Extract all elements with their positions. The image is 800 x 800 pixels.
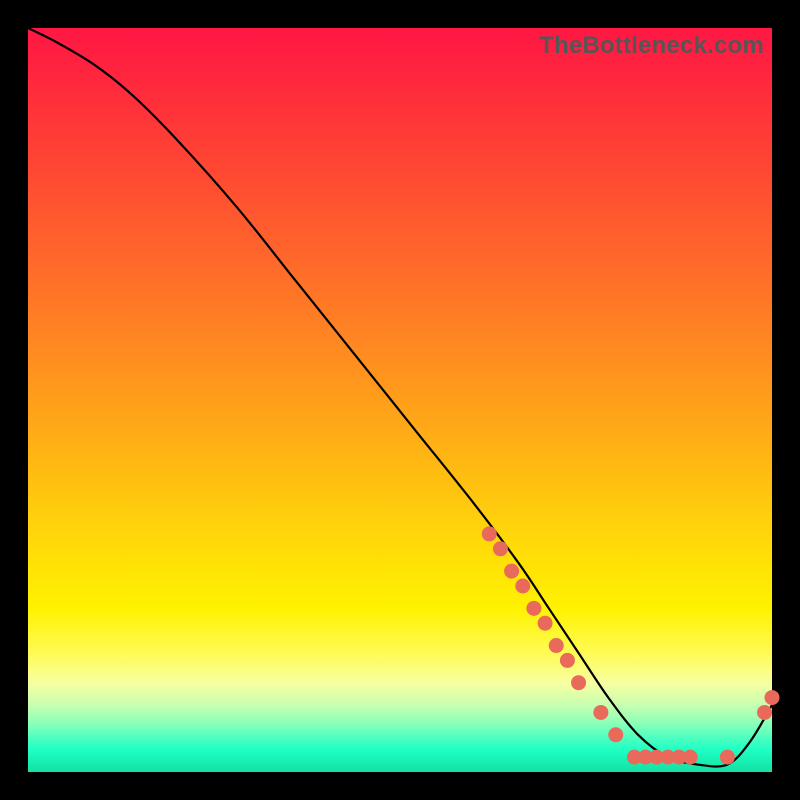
data-marker bbox=[493, 541, 508, 556]
data-marker bbox=[571, 675, 586, 690]
data-marker bbox=[593, 705, 608, 720]
data-marker bbox=[720, 750, 735, 765]
data-marker bbox=[608, 727, 623, 742]
chart-frame: TheBottleneck.com bbox=[28, 28, 772, 772]
data-marker bbox=[549, 638, 564, 653]
watermark-text: TheBottleneck.com bbox=[539, 32, 764, 60]
chart-svg bbox=[28, 28, 772, 772]
data-marker bbox=[482, 526, 497, 541]
data-marker bbox=[683, 750, 698, 765]
data-marker bbox=[560, 653, 575, 668]
data-markers bbox=[482, 526, 780, 764]
data-marker bbox=[765, 690, 780, 705]
data-marker bbox=[757, 705, 772, 720]
data-marker bbox=[526, 601, 541, 616]
data-marker bbox=[538, 616, 553, 631]
data-marker bbox=[504, 564, 519, 579]
bottleneck-curve bbox=[28, 28, 772, 767]
data-marker bbox=[515, 579, 530, 594]
